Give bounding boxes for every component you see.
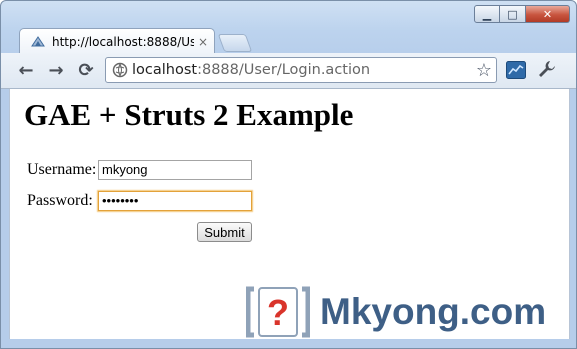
password-label: Password: bbox=[27, 192, 93, 209]
browser-window: ▁ □ ✕ http://localhost:8888/User/L × ← →… bbox=[0, 0, 577, 349]
page-title: GAE + Struts 2 Example bbox=[24, 97, 354, 132]
back-button[interactable]: ← bbox=[15, 59, 37, 81]
svg-text:?: ? bbox=[267, 292, 289, 333]
window-controls: ▁ □ ✕ bbox=[474, 5, 570, 23]
password-input[interactable]: •••••••• bbox=[98, 191, 252, 211]
username-input[interactable]: mkyong bbox=[98, 160, 252, 180]
page-info-icon bbox=[112, 62, 128, 78]
watermark-text: Mkyong.com bbox=[320, 291, 547, 332]
extension-chart-icon[interactable] bbox=[506, 61, 526, 79]
forward-button[interactable]: → bbox=[45, 59, 67, 81]
app-favicon-icon bbox=[30, 34, 46, 50]
address-bar[interactable]: localhost:8888/User/Login.action ☆ bbox=[105, 57, 497, 83]
minimize-icon: ▁ bbox=[482, 7, 492, 21]
username-label: Username: bbox=[27, 161, 97, 178]
minimize-button[interactable]: ▁ bbox=[474, 5, 500, 23]
browser-tab[interactable]: http://localhost:8888/User/L × bbox=[19, 28, 215, 54]
close-icon: ✕ bbox=[542, 7, 553, 21]
username-row: Username: bbox=[27, 161, 97, 179]
tab-close-icon[interactable]: × bbox=[198, 35, 208, 49]
watermark: ? Mkyong.com bbox=[246, 284, 546, 340]
maximize-button[interactable]: □ bbox=[500, 5, 526, 23]
wrench-menu-icon[interactable] bbox=[536, 58, 558, 80]
browser-toolbar: ← → ⟳ localhost:8888/User/Login.action ☆ bbox=[1, 53, 576, 89]
submit-button[interactable]: Submit bbox=[197, 222, 252, 242]
close-window-button[interactable]: ✕ bbox=[526, 5, 570, 23]
reload-icon: ⟳ bbox=[78, 59, 94, 81]
maximize-icon: □ bbox=[507, 7, 518, 21]
back-arrow-icon: ← bbox=[18, 59, 34, 81]
tab-title: http://localhost:8888/User/L bbox=[52, 34, 194, 49]
bookmark-star-icon[interactable]: ☆ bbox=[476, 60, 492, 81]
password-row: Password: bbox=[27, 192, 97, 210]
watermark-logo-icon: ? bbox=[246, 285, 310, 339]
url-text: localhost:8888/User/Login.action bbox=[132, 62, 371, 78]
forward-arrow-icon: → bbox=[48, 59, 64, 81]
reload-button[interactable]: ⟳ bbox=[75, 59, 97, 81]
new-tab-button[interactable] bbox=[217, 34, 253, 52]
